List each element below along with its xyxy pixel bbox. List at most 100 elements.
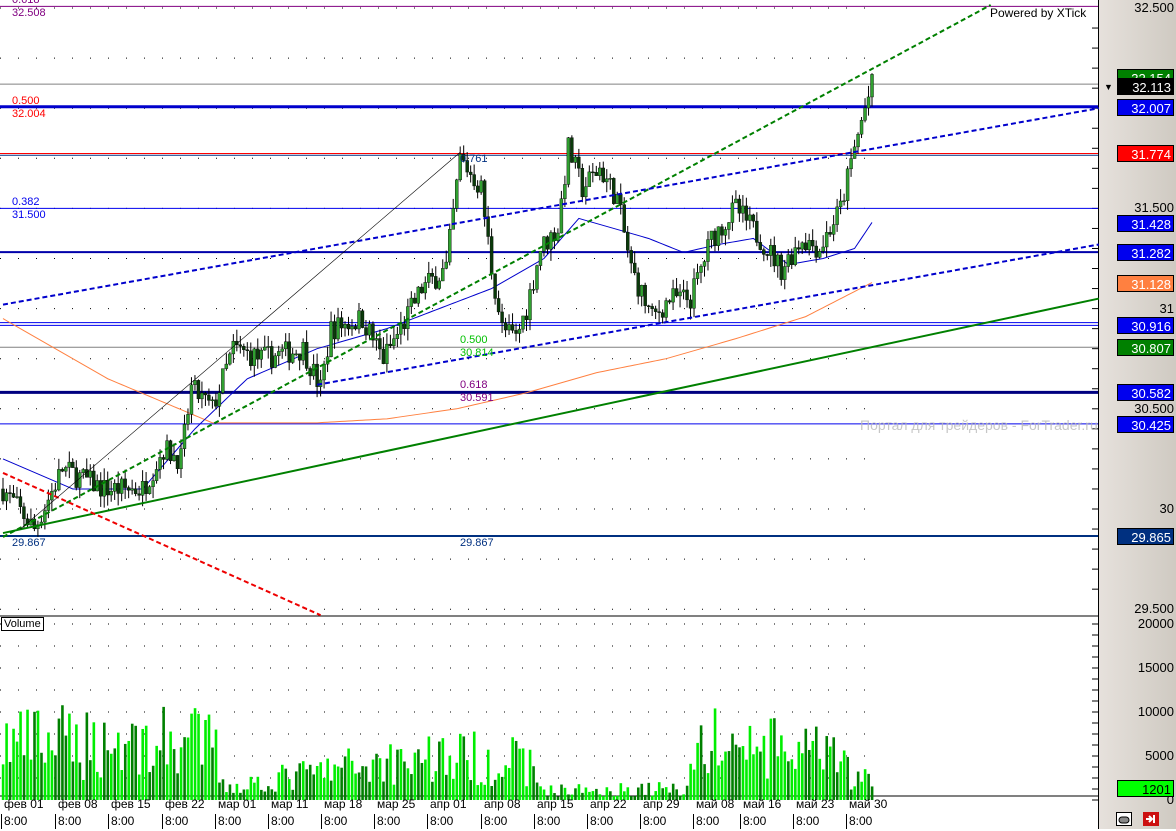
link-icon[interactable] — [1116, 812, 1132, 826]
candle-body — [18, 496, 23, 507]
candle-body — [706, 239, 710, 262]
candle-body — [584, 186, 588, 198]
fib-label: 30.591 — [460, 391, 494, 404]
candle-body — [695, 272, 700, 279]
scroll-to-end-icon[interactable] — [1143, 812, 1159, 826]
volume-bar — [33, 711, 36, 800]
volume-bar — [420, 762, 424, 800]
candle-body — [744, 205, 749, 221]
volume-bar — [706, 773, 710, 800]
volume-bar — [267, 786, 270, 800]
candle-body — [566, 137, 571, 185]
volume-bar — [371, 759, 375, 800]
volume-bar — [724, 751, 727, 800]
volume-bar — [759, 751, 762, 800]
volume-bar — [720, 760, 724, 800]
candle-body — [601, 167, 605, 183]
volume-bar — [835, 772, 839, 800]
candle-body — [203, 392, 208, 396]
volume-bar — [15, 741, 19, 800]
time-label: 8:00 — [108, 814, 134, 829]
volume-bar — [458, 733, 462, 800]
price-axis-label: 29.500 — [1134, 601, 1174, 617]
volume-bar — [71, 761, 75, 800]
volume-bar — [828, 746, 832, 800]
candle-body — [765, 254, 770, 256]
volume-bar — [343, 756, 347, 800]
candle-body — [381, 348, 386, 364]
volume-bar — [507, 767, 511, 800]
candle-body — [619, 193, 623, 205]
candle-body — [214, 399, 218, 407]
candle-body — [245, 349, 250, 352]
candle-body — [43, 510, 47, 523]
date-label: апр 15 — [537, 797, 574, 811]
volume-bar — [368, 781, 371, 800]
candle-body — [674, 288, 679, 297]
candle-body — [716, 226, 721, 246]
volume-bar — [727, 751, 731, 800]
volume-bar — [29, 759, 33, 800]
price-chart[interactable] — [0, 0, 1176, 829]
candle-body — [290, 353, 295, 363]
candle-body — [521, 315, 525, 330]
volume-bar — [197, 713, 200, 800]
volume-bar — [120, 770, 124, 800]
volume-bar — [61, 705, 64, 800]
volume-panel-title: Volume — [1, 617, 44, 631]
date-label: май 16 — [743, 797, 782, 811]
date-label: мар 25 — [377, 797, 416, 811]
time-label: 8:00 — [162, 814, 188, 829]
candle-body — [741, 205, 745, 214]
volume-bar — [396, 749, 399, 800]
volume-bar — [26, 709, 29, 800]
candle-body — [71, 461, 75, 468]
fib-label: 0.761 — [460, 153, 488, 166]
candle-body — [357, 310, 361, 330]
volume-bar — [434, 771, 438, 800]
candle-body — [221, 368, 225, 393]
candle-body — [713, 230, 717, 246]
candle-body — [835, 206, 839, 225]
volume-bar — [794, 768, 797, 800]
candle-body — [734, 198, 738, 204]
volume-bar — [780, 735, 783, 800]
candle-body — [67, 461, 72, 468]
candle-body — [688, 299, 693, 309]
candle-body — [444, 261, 448, 269]
date-label: май 23 — [796, 797, 835, 811]
candle-body — [406, 306, 410, 329]
volume-bar — [801, 753, 804, 800]
candle-body — [496, 298, 501, 313]
volume-bar — [294, 771, 298, 800]
volume-bar — [109, 753, 113, 800]
volume-bar — [682, 794, 685, 800]
volume-bar — [811, 740, 815, 800]
volume-bar — [190, 713, 193, 800]
candle-body — [196, 380, 201, 400]
date-label: апр 29 — [643, 797, 680, 811]
volume-bar — [486, 749, 490, 800]
volume-bar — [532, 766, 535, 800]
candle-body — [866, 96, 871, 109]
volume-bar — [689, 763, 692, 800]
fib-label: 0.382 — [12, 196, 40, 209]
candle-body — [105, 480, 110, 496]
candle-body — [685, 289, 689, 301]
candle-body — [776, 254, 780, 267]
candle-body — [769, 245, 773, 256]
candle-body — [339, 317, 344, 329]
volume-bar — [584, 787, 588, 800]
candle-body — [343, 323, 347, 329]
candle-body — [737, 198, 742, 214]
volume-bar — [204, 719, 207, 800]
candle-body — [720, 226, 724, 236]
candle-body — [535, 265, 539, 290]
volume-bar — [22, 755, 26, 800]
volume-bar — [5, 723, 8, 800]
volume-bar — [455, 762, 459, 800]
candle-body — [144, 480, 148, 494]
candle-body — [591, 171, 595, 174]
price-tag: ▼ 32.113 — [1104, 77, 1174, 95]
volume-bar — [200, 764, 204, 800]
